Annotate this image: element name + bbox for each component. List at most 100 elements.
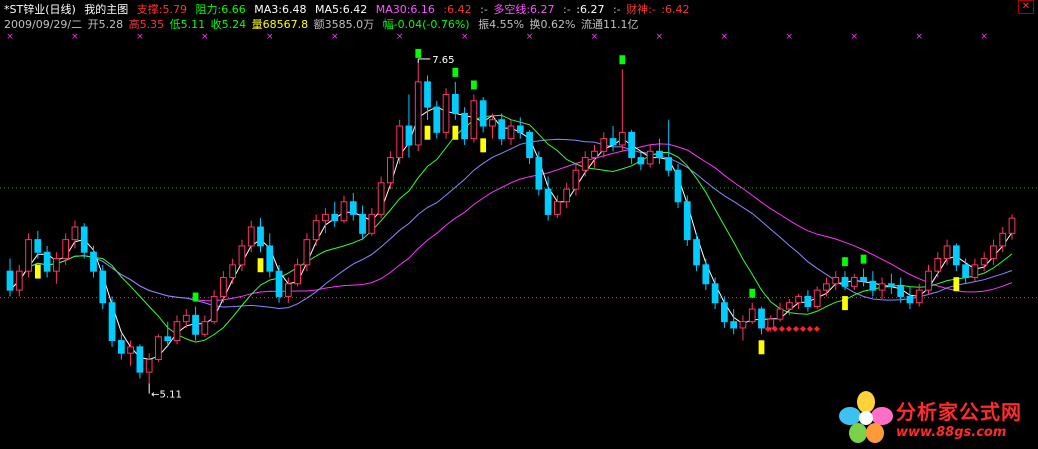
ma30-number: 6.16 <box>410 3 435 16</box>
high-label: 高 <box>128 18 140 31</box>
candle-body <box>572 169 580 190</box>
sell-signal-bar <box>953 277 960 292</box>
candle-body <box>284 283 292 297</box>
caishen-value: 财神:- <box>626 3 656 16</box>
volume-number: 68567.8 <box>262 18 309 31</box>
candle-body <box>43 251 51 272</box>
buy-signal-box <box>749 288 756 298</box>
candle-body <box>90 251 97 272</box>
cross-mark: × <box>591 32 599 42</box>
candle-body <box>164 336 172 342</box>
candle-body <box>80 226 88 253</box>
candle-body <box>702 264 710 285</box>
candle-body <box>229 264 237 278</box>
ma30-value: MA30:6.16 <box>376 3 435 16</box>
candle-body <box>656 150 663 159</box>
candle-body <box>136 346 144 373</box>
candle-body <box>173 321 181 342</box>
stock-name[interactable]: *ST锌业(日线) <box>4 3 76 16</box>
cross-mark: × <box>526 32 534 42</box>
diamond-mark: ◆ <box>807 324 814 333</box>
candle-body <box>247 226 255 247</box>
candle-body <box>841 276 849 287</box>
resistance-label: 阻力: <box>195 3 222 16</box>
cross-mark: × <box>461 32 469 42</box>
dash2: :- <box>563 3 571 16</box>
candle-body <box>804 295 812 308</box>
cross-mark: × <box>786 32 794 42</box>
candle-body <box>414 81 422 146</box>
candle-body <box>331 213 339 222</box>
candle-body <box>823 283 830 291</box>
candle-body <box>489 119 496 127</box>
extra1-number: 6.42 <box>447 3 472 16</box>
candle-body <box>609 138 617 146</box>
buy-signal-box <box>471 80 477 90</box>
diamond-mark: ◆ <box>786 324 793 333</box>
sell-signal-bar <box>758 340 765 355</box>
candle-body <box>294 264 301 285</box>
candle-body <box>665 157 673 171</box>
candle-body <box>721 302 728 323</box>
candle-body <box>943 245 951 260</box>
buy-signal-box <box>860 254 867 264</box>
candle-body <box>312 220 320 241</box>
candle-body <box>155 336 162 361</box>
candle-body <box>934 258 942 272</box>
duokong-number: 6.27 <box>530 3 555 16</box>
candle-body <box>813 289 821 308</box>
float-cap-value: 流通11.1亿 <box>581 18 639 31</box>
candle-body <box>451 93 459 114</box>
flower-logo-icon <box>839 391 893 443</box>
extra2-number: 6.27 <box>579 3 605 16</box>
cross-mark: × <box>656 32 664 42</box>
support-value: 支撑:5.79 <box>137 3 187 16</box>
candle-body <box>303 239 311 266</box>
candle-body <box>479 100 487 127</box>
candle-body <box>117 340 125 354</box>
high-number: 5.35 <box>139 18 165 31</box>
turnover-number: 0.62% <box>540 18 576 31</box>
candle-body <box>758 308 765 329</box>
duokong-value: 多空线:6.27 <box>493 3 554 16</box>
candle-body <box>906 295 914 304</box>
high-value: 高5.35 <box>129 18 165 31</box>
kline-chart[interactable]: × × × × × × × × × × × × × × × ×◆ ◆ ◆ ◆ ◆ ◆ ◆ ◆ 7.65←5.11 <box>0 0 1038 449</box>
sell-signal-bar <box>452 125 459 140</box>
chart-name[interactable]: 我的主图 <box>84 3 128 16</box>
close-number: 5.24 <box>221 18 247 31</box>
candle-body <box>600 138 608 152</box>
buy-signal-box <box>452 67 459 77</box>
candle-body <box>34 239 42 253</box>
candle-body <box>424 81 431 108</box>
ma30-label: MA30: <box>375 3 411 16</box>
candle-body <box>730 321 738 329</box>
candle-body <box>637 157 645 165</box>
cross-mark: × <box>6 32 14 42</box>
chart-background <box>0 0 1038 449</box>
resistance-value: 阻力:6.66 <box>196 3 246 16</box>
low-label: ←5.11 <box>151 389 182 400</box>
ma5-label: MA5: <box>314 3 343 16</box>
cross-mark: × <box>331 32 339 42</box>
close-icon[interactable]: ✕ <box>1018 0 1034 14</box>
candle-body <box>470 100 478 140</box>
diamond-mark: ◆ <box>793 324 800 333</box>
turnover-value: 换0.62% <box>530 18 576 31</box>
candle-body <box>15 270 23 291</box>
candle-body <box>971 264 979 278</box>
watermark-url: www.88gs.com <box>896 425 1007 440</box>
candle-body <box>99 270 107 304</box>
extra3-number: 6.42 <box>665 3 690 16</box>
candle-body <box>182 314 190 323</box>
buy-signal-box <box>415 48 422 58</box>
change-label: 幅 <box>382 18 394 31</box>
candle-body <box>322 213 329 222</box>
candle-body <box>201 321 209 335</box>
low-label: 低 <box>169 18 181 31</box>
candle-body <box>897 285 905 297</box>
amount-label: 额 <box>313 18 325 31</box>
candle-body <box>925 270 932 291</box>
sell-signal-bar <box>842 296 848 311</box>
diamond-mark: ◆ <box>779 324 786 333</box>
